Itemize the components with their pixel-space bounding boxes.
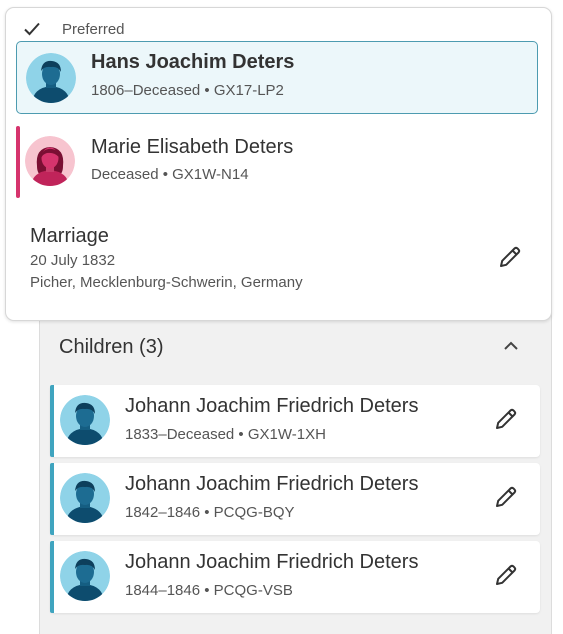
child-name[interactable]: Johann Joachim Friedrich Deters: [125, 551, 418, 574]
child-card[interactable]: Johann Joachim Friedrich Deters 1842–184…: [50, 463, 540, 535]
preferred-indicator: Preferred: [22, 18, 125, 40]
child-meta: 1842–1846 • PCQG-BQY: [125, 504, 295, 521]
male-accent-bar: [50, 385, 54, 457]
pencil-icon: [493, 562, 519, 593]
male-avatar-icon: [60, 473, 110, 523]
husband-meta: 1806–Deceased • GX17-LP2: [91, 82, 284, 99]
marriage-event: Marriage 20 July 1832 Picher, Mecklenbur…: [30, 222, 303, 294]
wife-card[interactable]: Marie Elisabeth Deters Deceased • GX1W-N…: [16, 125, 538, 199]
edit-child-button[interactable]: [491, 406, 521, 436]
wife-meta: Deceased • GX1W-N14: [91, 166, 249, 183]
preferred-label: Preferred: [62, 20, 125, 38]
collapse-children-button[interactable]: [497, 334, 525, 362]
pencil-icon: [497, 244, 523, 275]
marriage-place: Picher, Mecklenburg-Schwerin, Germany: [30, 274, 303, 291]
female-accent-bar: [16, 126, 20, 198]
child-name[interactable]: Johann Joachim Friedrich Deters: [125, 395, 418, 418]
children-header: Children (3): [59, 336, 164, 358]
marriage-title: Marriage: [30, 225, 109, 247]
chevron-up-icon: [501, 336, 521, 361]
child-meta: 1833–Deceased • GX1W-1XH: [125, 426, 326, 443]
child-card[interactable]: Johann Joachim Friedrich Deters 1833–Dec…: [50, 385, 540, 457]
wife-name[interactable]: Marie Elisabeth Deters: [91, 136, 293, 159]
edit-child-button[interactable]: [491, 484, 521, 514]
child-meta: 1844–1846 • PCQG-VSB: [125, 582, 293, 599]
male-accent-bar: [50, 541, 54, 613]
edit-marriage-button[interactable]: [495, 244, 525, 274]
pencil-icon: [493, 484, 519, 515]
male-accent-bar: [50, 463, 54, 535]
child-card[interactable]: Johann Joachim Friedrich Deters 1844–184…: [50, 541, 540, 613]
male-avatar-icon: [60, 551, 110, 601]
pencil-icon: [493, 406, 519, 437]
male-avatar-icon: [26, 53, 76, 103]
husband-card[interactable]: Hans Joachim Deters 1806–Deceased • GX17…: [16, 41, 538, 114]
marriage-date: 20 July 1832: [30, 252, 116, 269]
male-avatar-icon: [60, 395, 110, 445]
child-name[interactable]: Johann Joachim Friedrich Deters: [125, 473, 418, 496]
husband-name[interactable]: Hans Joachim Deters: [91, 51, 294, 74]
female-avatar-icon: [25, 136, 75, 186]
checkmark-icon: [22, 19, 42, 39]
edit-child-button[interactable]: [491, 562, 521, 592]
